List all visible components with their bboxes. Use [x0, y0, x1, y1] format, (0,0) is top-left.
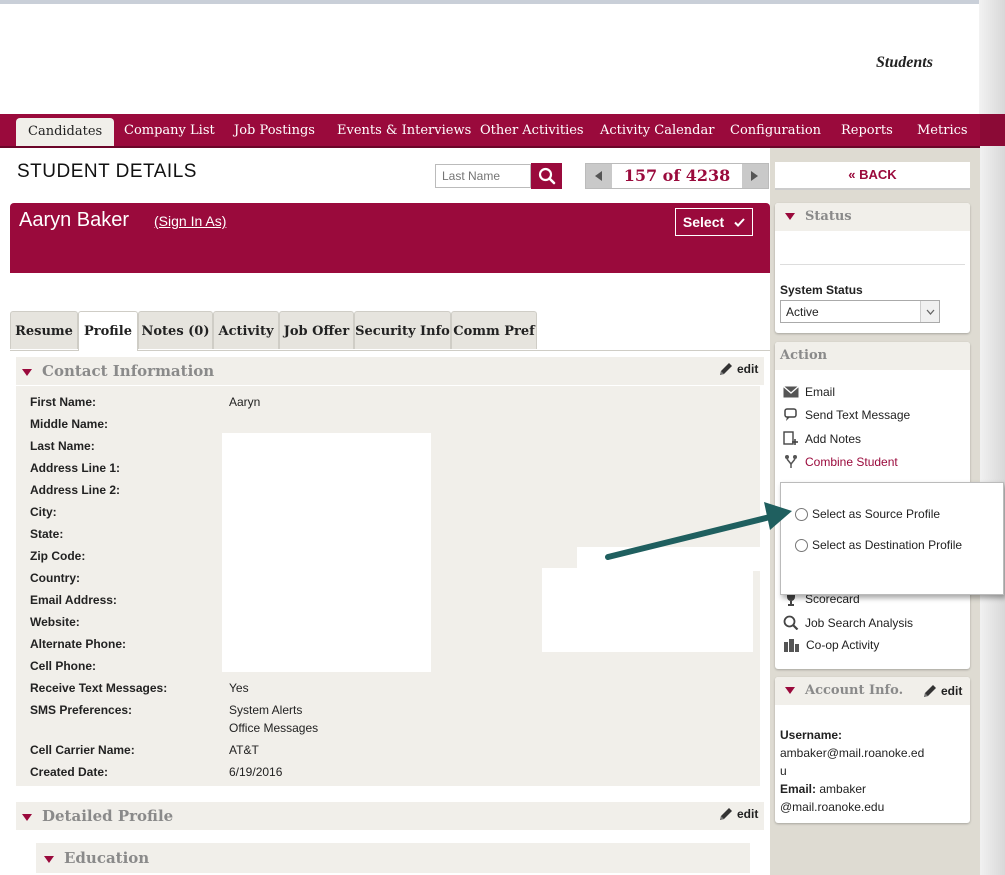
account-info-panel: Account Info. edit Username: ambaker@mai… — [775, 677, 970, 823]
username-value: ambaker@mail.roanoke.ed — [780, 746, 925, 760]
email-label: Email: — [780, 782, 817, 796]
account-details: Username: ambaker@mail.roanoke.ed u Emai… — [780, 726, 968, 816]
pencil-icon — [924, 685, 936, 697]
account-info-title: Account Info. — [805, 683, 904, 698]
email-value-cont: @mail.roanoke.edu — [780, 800, 885, 814]
email-value: ambaker — [819, 782, 867, 796]
username-value-cont: u — [780, 764, 787, 778]
account-edit-link[interactable]: edit — [922, 683, 962, 699]
username-label: Username: — [780, 728, 843, 742]
collapse-triangle-icon — [785, 687, 795, 694]
account-edit-label: edit — [941, 684, 963, 698]
